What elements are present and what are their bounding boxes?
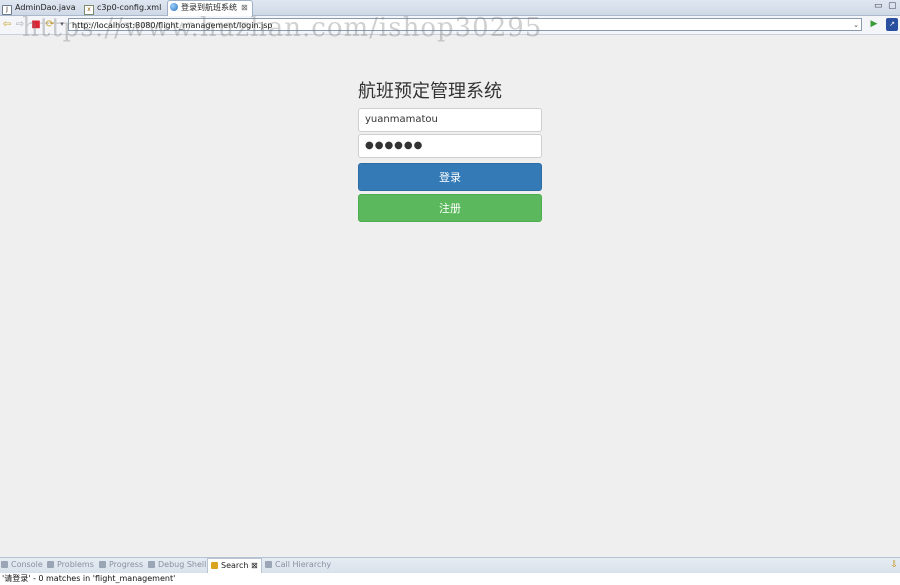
register-button[interactable]: 注册 [358, 194, 542, 222]
stop-icon[interactable]: ■ [30, 18, 42, 31]
maximize-icon[interactable]: ▢ [888, 1, 897, 11]
forward-arrow-icon[interactable]: ⇨ [14, 18, 26, 31]
tab-problems[interactable]: Problems [47, 560, 94, 569]
tab-debug-shell[interactable]: Debug Shell [148, 560, 206, 569]
progress-icon [99, 561, 106, 568]
tab-progress[interactable]: Progress [99, 560, 143, 569]
tab-label: Problems [57, 560, 94, 569]
tab-console[interactable]: Console [1, 560, 43, 569]
tab-c3p0-config-xml[interactable]: x c3p0-config.xml [82, 1, 165, 15]
console-icon [1, 561, 8, 568]
tab-label: Call Hierarchy [275, 560, 332, 569]
tab-label: Progress [109, 560, 144, 569]
tab-label: 登录到航班系统 [181, 3, 237, 12]
login-button[interactable]: 登录 [358, 163, 542, 191]
editor-tab-bar: J AdminDao.java x c3p0-config.xml 登录到航班系统 ⊠… [0, 0, 900, 16]
page-title: 航班预定管理系统 [358, 81, 502, 102]
minimize-icon[interactable]: ▭ [874, 1, 883, 11]
debug-shell-icon [148, 561, 155, 568]
refresh-icon[interactable]: ⟳ [44, 18, 56, 31]
tab-label: AdminDao.java [15, 3, 76, 12]
menu-dropdown-icon[interactable]: ▾ [56, 18, 68, 31]
tab-login-page[interactable]: 登录到航班系统 ⊠ [167, 0, 253, 16]
problems-icon [47, 561, 54, 568]
pin-icon[interactable]: ⇩ [890, 560, 898, 570]
username-input[interactable]: yuanmamatou [358, 108, 542, 132]
search-status-text: '请登录' - 0 matches in 'flight_management' [0, 573, 900, 585]
tab-admindao-java[interactable]: J AdminDao.java [0, 1, 80, 15]
login-panel: 航班预定管理系统 yuanmamatou ●●●●●● 登录 注册 [358, 78, 542, 222]
url-history-dropdown-icon[interactable]: ⌄ [853, 19, 859, 30]
tab-call-hierarchy[interactable]: Call Hierarchy [265, 560, 331, 569]
close-tab-icon[interactable]: ⊠ [251, 561, 258, 570]
call-hierarchy-icon [265, 561, 272, 568]
back-arrow-icon[interactable]: ⇦ [1, 18, 13, 31]
tab-label: Debug Shell [158, 560, 207, 569]
tab-label: c3p0-config.xml [97, 3, 162, 12]
globe-icon [170, 3, 178, 11]
go-icon[interactable]: ▶ [868, 18, 880, 31]
tab-label: Console [11, 560, 43, 569]
xml-file-icon: x [84, 5, 94, 15]
java-file-icon: J [2, 5, 12, 15]
search-icon [211, 562, 218, 569]
tab-search[interactable]: Search ⊠ [207, 558, 262, 573]
external-browser-icon[interactable]: ↗ [886, 18, 898, 31]
tab-label: Search [221, 561, 249, 570]
url-text: http://localhost:8080/flight_management/… [72, 21, 273, 30]
password-input[interactable]: ●●●●●● [358, 134, 542, 158]
url-input[interactable]: http://localhost:8080/flight_management/… [68, 18, 862, 31]
bottom-view-bar: Console Problems Progress Debug Shell Se… [0, 557, 900, 573]
close-tab-icon[interactable]: ⊠ [241, 3, 248, 12]
